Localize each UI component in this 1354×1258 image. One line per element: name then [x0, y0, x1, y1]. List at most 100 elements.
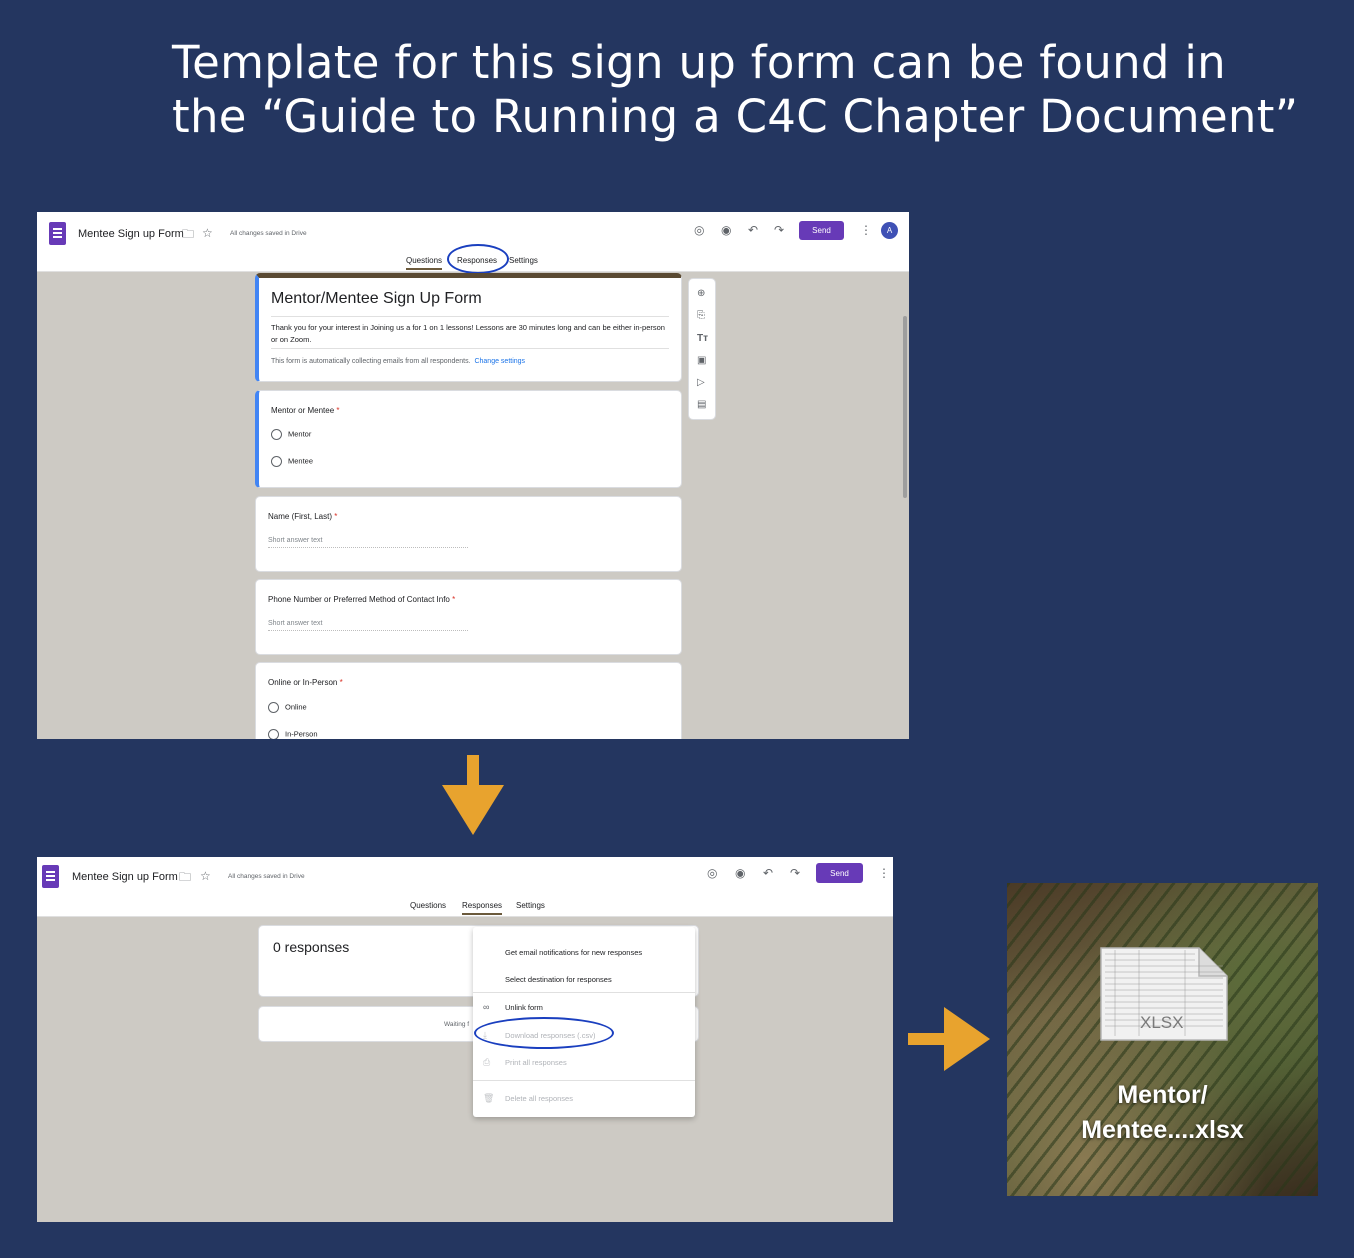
form-title[interactable]: Mentor/Mentee Sign Up Form: [271, 290, 482, 308]
arrow-right-icon: [908, 1007, 990, 1071]
question-label: Name (First, Last) *: [268, 512, 337, 521]
add-image-icon[interactable]: ▣: [697, 356, 706, 366]
form-description[interactable]: Thank you for your interest in Joining u…: [271, 322, 671, 346]
add-question-icon[interactable]: ⊕: [697, 289, 705, 299]
menu-divider: [473, 1080, 695, 1081]
undo-icon[interactable]: ↶: [748, 224, 758, 236]
question-card-online-or-in-person[interactable]: Online or In-Person * Online In-Person: [255, 662, 682, 739]
option-mentee[interactable]: Mentee: [271, 456, 313, 467]
menu-divider: [473, 992, 695, 993]
question-text: Phone Number or Preferred Method of Cont…: [268, 595, 450, 604]
email-collection-note: This form is automatically collecting em…: [271, 358, 525, 365]
tab-questions[interactable]: Questions: [410, 901, 446, 910]
option-label: In-Person: [285, 729, 318, 739]
star-icon[interactable]: ☆: [202, 227, 213, 239]
trash-icon: 🗑: [483, 1093, 495, 1103]
file-name-line-1: Mentor/: [1117, 1081, 1208, 1109]
add-title-icon[interactable]: Tᴛ: [697, 334, 708, 344]
question-label: Phone Number or Preferred Method of Cont…: [268, 595, 455, 604]
preview-eye-icon[interactable]: ◉: [721, 224, 731, 236]
editor-topbar: Mentee Sign up Form 🗀 ☆ All changes save…: [37, 857, 893, 917]
required-asterisk: *: [339, 678, 343, 687]
headline-line-2: the “Guide to Running a C4C Chapter Docu…: [172, 90, 1299, 143]
option-online[interactable]: Online: [268, 702, 307, 713]
send-button[interactable]: Send: [816, 863, 863, 883]
redo-icon[interactable]: ↷: [774, 224, 784, 236]
headline: Template for this sign up form can be fo…: [172, 36, 1299, 144]
tab-responses[interactable]: Responses: [462, 901, 503, 915]
menu-delete-all[interactable]: Delete all responses: [505, 1094, 573, 1103]
question-text: Name (First, Last): [268, 512, 333, 521]
add-section-icon[interactable]: ▤: [697, 400, 706, 410]
question-text: Mentor or Mentee: [271, 406, 335, 415]
arrow-down-icon: [442, 755, 504, 835]
scrollbar[interactable]: [903, 316, 907, 498]
folder-icon[interactable]: 🗀: [179, 871, 191, 883]
responses-screenshot: Mentee Sign up Form 🗀 ☆ All changes save…: [37, 857, 893, 1222]
radio-icon: [271, 429, 282, 440]
headline-line-1: Template for this sign up form can be fo…: [172, 36, 1226, 89]
download-highlight-circle: [474, 1017, 614, 1049]
required-asterisk: *: [334, 512, 338, 521]
doc-title[interactable]: Mentee Sign up Form: [72, 871, 178, 883]
description-divider: [271, 348, 669, 349]
question-card-contact-info[interactable]: Phone Number or Preferred Method of Cont…: [255, 579, 682, 655]
file-type-badge: XLSX: [1140, 1013, 1184, 1032]
file-name-line-2: Mentee....xlsx: [1081, 1116, 1244, 1144]
email-collection-text: This form is automatically collecting em…: [271, 358, 471, 365]
save-status: All changes saved in Drive: [228, 873, 305, 880]
google-forms-icon: [42, 865, 59, 888]
radio-icon: [271, 456, 282, 467]
star-icon[interactable]: ☆: [200, 870, 211, 882]
question-text: Online or In-Person: [268, 678, 338, 687]
unlink-icon: ∞: [483, 1002, 490, 1012]
tab-settings[interactable]: Settings: [509, 256, 538, 265]
import-questions-icon[interactable]: ⎘: [697, 311, 705, 321]
preview-eye-icon[interactable]: ◉: [735, 867, 745, 879]
option-in-person[interactable]: In-Person: [268, 729, 318, 739]
form-title-card[interactable]: Mentor/Mentee Sign Up Form Thank you for…: [255, 273, 682, 382]
required-asterisk: *: [452, 595, 456, 604]
more-options-icon[interactable]: ⋮: [860, 223, 872, 237]
question-label: Online or In-Person *: [268, 678, 343, 687]
option-mentor[interactable]: Mentor: [271, 429, 311, 440]
send-button[interactable]: Send: [799, 221, 844, 240]
option-label: Mentor: [288, 429, 312, 439]
folder-icon[interactable]: 🗀: [182, 228, 194, 240]
title-divider: [271, 316, 669, 317]
short-answer-field[interactable]: Short answer text: [268, 537, 468, 548]
option-label: Online: [285, 702, 307, 712]
short-answer-field[interactable]: Short answer text: [268, 620, 468, 631]
more-options-icon[interactable]: ⋮: [878, 866, 890, 880]
radio-icon: [268, 729, 279, 739]
redo-icon[interactable]: ↷: [790, 867, 800, 879]
responses-count: 0 responses: [273, 939, 350, 955]
xlsx-file-tile[interactable]: XLSX Mentor/ Mentee....xlsx: [1007, 883, 1318, 1196]
menu-unlink-form[interactable]: Unlink form: [505, 1003, 543, 1012]
form-editor-screenshot: Mentee Sign up Form 🗀 ☆ All changes save…: [37, 212, 909, 739]
menu-select-destination[interactable]: Select destination for responses: [505, 975, 612, 984]
required-asterisk: *: [336, 406, 340, 415]
undo-icon[interactable]: ↶: [763, 867, 773, 879]
tab-questions[interactable]: Questions: [406, 256, 443, 270]
palette-icon[interactable]: ◎: [694, 224, 704, 236]
responses-highlight-circle: [447, 244, 509, 274]
option-label: Mentee: [288, 456, 314, 466]
question-label: Mentor or Mentee *: [271, 406, 340, 415]
google-forms-icon: [49, 222, 66, 245]
tab-settings[interactable]: Settings: [516, 901, 545, 910]
menu-email-notifications[interactable]: Get email notifications for new response…: [505, 948, 642, 957]
add-video-icon[interactable]: ▷: [697, 378, 705, 388]
doc-title[interactable]: Mentee Sign up Form: [78, 228, 184, 240]
save-status: All changes saved in Drive: [230, 230, 307, 237]
question-card-name[interactable]: Name (First, Last) * Short answer text: [255, 496, 682, 572]
floating-toolbar: ⊕ ⎘ Tᴛ ▣ ▷ ▤: [688, 278, 716, 420]
question-card-mentor-or-mentee[interactable]: Mentor or Mentee * Mentor Mentee: [255, 390, 682, 488]
account-avatar[interactable]: A: [881, 222, 898, 239]
waiting-text: Waiting f: [444, 1021, 470, 1028]
radio-icon: [268, 702, 279, 713]
menu-print-all[interactable]: Print all responses: [505, 1058, 567, 1067]
print-icon: ⎙: [483, 1057, 491, 1067]
palette-icon[interactable]: ◎: [707, 867, 717, 879]
change-settings-link[interactable]: Change settings: [474, 358, 525, 365]
